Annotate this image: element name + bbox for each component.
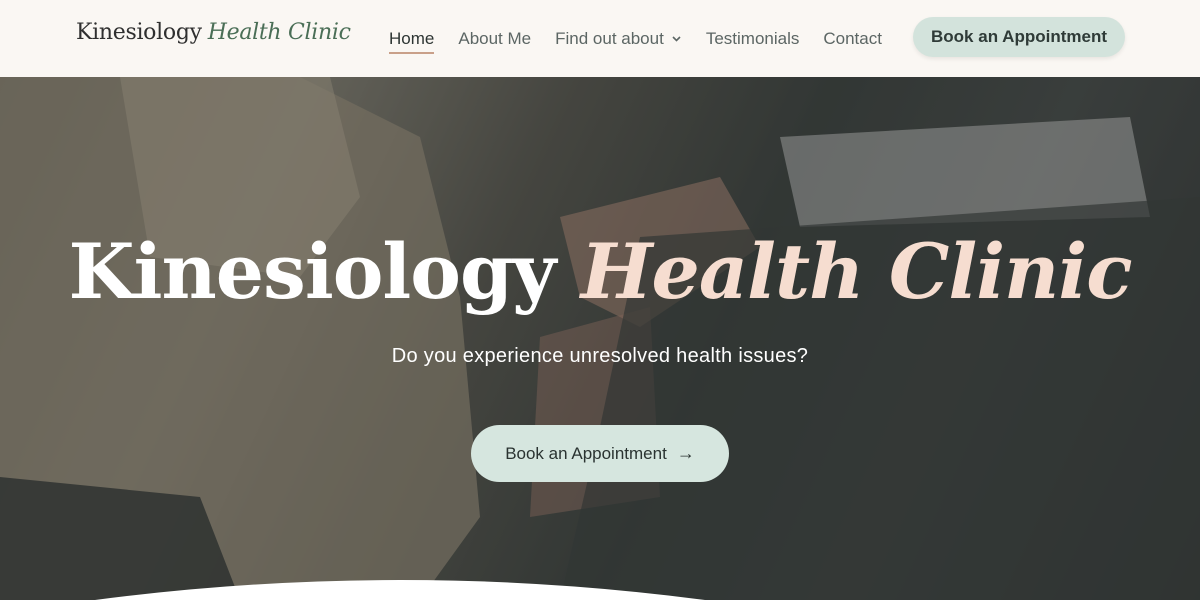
nav-item-testimonials[interactable]: Testimonials xyxy=(706,29,800,49)
hero-title-accent: Health Clinic xyxy=(580,227,1133,316)
site-logo[interactable]: Kinesiology Health Clinic xyxy=(76,20,351,45)
arrow-right-icon: → xyxy=(676,443,695,463)
nav-item-home[interactable]: Home xyxy=(389,28,435,54)
logo-accent-text: Health Clinic xyxy=(207,20,351,45)
nav-home-label: Home xyxy=(389,28,435,48)
main-nav: Home About Me Find out about Testimonial… xyxy=(389,0,906,77)
nav-item-about-me[interactable]: About Me xyxy=(458,29,531,49)
nav-about-label: About Me xyxy=(458,28,532,48)
hero-subtitle: Do you experience unresolved health issu… xyxy=(391,345,809,367)
hero-book-appointment-button[interactable]: Book an Appointment → xyxy=(471,425,729,482)
site-header: Kinesiology Health Clinic Home About Me F… xyxy=(0,0,1200,77)
hero-section: Kinesiology Health Clinic Do you experie… xyxy=(0,77,1200,600)
hero-title: Kinesiology Health Clinic xyxy=(0,227,1200,316)
hero-cta-label: Book an Appointment xyxy=(505,443,667,463)
header-book-appointment-button[interactable]: Book an Appointment xyxy=(913,17,1125,57)
nav-contact-label: Contact xyxy=(823,28,882,48)
hero-overlay xyxy=(0,77,1200,600)
hero-title-main: Kinesiology xyxy=(68,227,557,316)
nav-item-contact[interactable]: Contact xyxy=(823,29,882,49)
nav-item-find-out-about[interactable]: Find out about xyxy=(555,29,682,49)
logo-main-text: Kinesiology xyxy=(76,20,202,45)
nav-find-out-label: Find out about xyxy=(555,28,664,48)
chevron-down-icon xyxy=(671,33,682,44)
section-divider-curve xyxy=(95,580,705,600)
nav-testimonials-label: Testimonials xyxy=(705,28,800,48)
